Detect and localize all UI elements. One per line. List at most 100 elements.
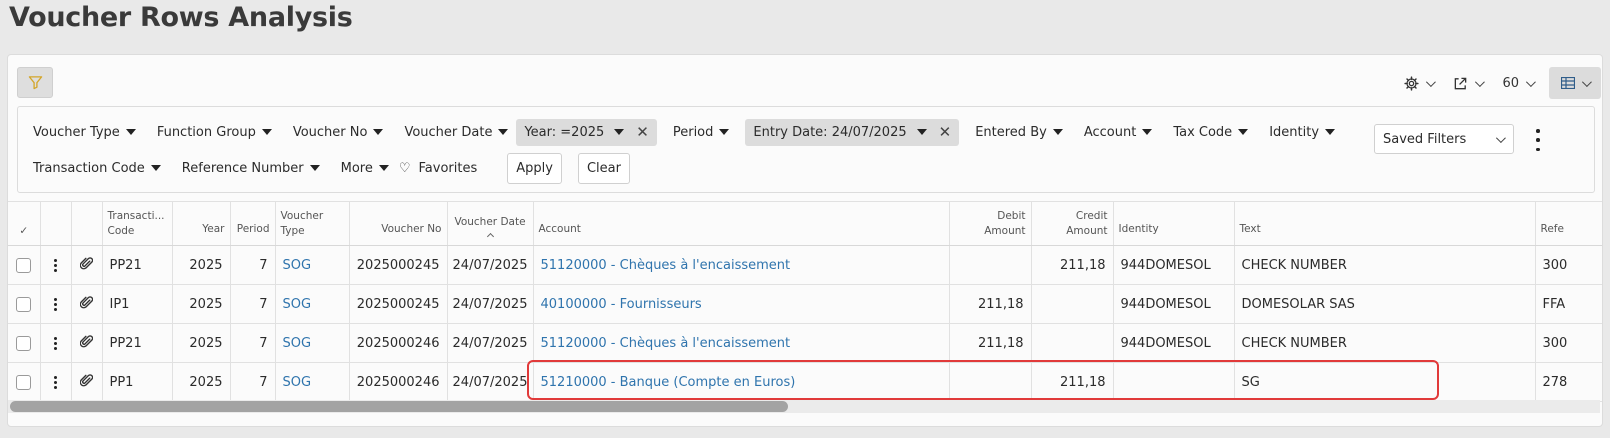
filter-voucher-date[interactable]: Voucher Date — [404, 119, 509, 145]
cell-reference: FFA — [1535, 284, 1602, 324]
filter-chip-entry-date[interactable]: Entry Date: 24/07/2025 ✕ — [745, 118, 960, 146]
cell-account-link[interactable]: 51120000 - Chèques à l'encaissement — [533, 323, 950, 363]
col-voucher-type[interactable]: Voucher Type — [275, 201, 350, 246]
apply-button[interactable]: Apply — [507, 152, 562, 184]
cell-voucher-type-link[interactable]: SOG — [275, 245, 350, 285]
col-identity[interactable]: Identity — [1113, 201, 1235, 246]
cell-period: 7 — [230, 323, 276, 363]
clear-button[interactable]: Clear — [577, 152, 630, 184]
col-period[interactable]: Period — [230, 201, 276, 246]
export-icon — [1455, 77, 1467, 89]
filter-period[interactable]: Period — [673, 119, 730, 145]
cell-voucher-type-link[interactable]: SOG — [275, 284, 350, 324]
row-menu-icon[interactable] — [54, 258, 57, 272]
cell-account-link[interactable]: 51210000 - Banque (Compte en Euros) — [533, 362, 950, 402]
paperclip-icon[interactable] — [79, 373, 94, 388]
row-attachment-cell[interactable] — [71, 284, 103, 324]
cell-voucher-type-link[interactable]: SOG — [275, 323, 350, 363]
row-menu-icon[interactable] — [54, 375, 57, 389]
chevron-down-icon — [1475, 76, 1486, 87]
row-menu-icon[interactable] — [54, 297, 57, 311]
settings-menu-button[interactable] — [1394, 67, 1443, 99]
filter-transaction-code[interactable]: Transaction Code — [33, 155, 161, 181]
filter-entered-by[interactable]: Entered By — [975, 119, 1063, 145]
cell-debit-amount: 211,18 — [949, 284, 1032, 324]
cell-voucher-type-link[interactable]: SOG — [275, 362, 350, 402]
row-checkbox-cell[interactable] — [8, 245, 41, 285]
col-account[interactable]: Account — [533, 201, 950, 246]
caret-down-icon — [1325, 129, 1336, 135]
row-menu-icon[interactable] — [54, 336, 57, 350]
row-checkbox-cell[interactable] — [8, 323, 41, 363]
filter-chip-year[interactable]: Year: =2025 ✕ — [516, 118, 657, 146]
caret-down-icon — [614, 129, 625, 135]
filter-more[interactable]: More — [341, 155, 389, 181]
filter-account[interactable]: Account — [1084, 119, 1153, 145]
row-actions-cell[interactable] — [40, 323, 72, 363]
filter-tax-code[interactable]: Tax Code — [1173, 119, 1249, 145]
select-all-header[interactable]: ✓ — [8, 201, 41, 246]
col-voucher-no[interactable]: Voucher No — [349, 201, 448, 246]
cell-account-link[interactable]: 40100000 - Fournisseurs — [533, 284, 950, 324]
col-transaction-code[interactable]: Transacti... Code — [102, 201, 173, 246]
table-row[interactable]: IP1 2025 7 SOG 2025000245 24/07/2025 401… — [8, 284, 1602, 324]
table-row[interactable]: PP1 2025 7 SOG 2025000246 24/07/2025 512… — [8, 362, 1602, 402]
filter-voucher-no[interactable]: Voucher No — [293, 119, 384, 145]
export-menu-button[interactable] — [1443, 67, 1492, 99]
row-checkbox-cell[interactable] — [8, 362, 41, 402]
paperclip-icon[interactable] — [79, 295, 94, 310]
col-credit-amount[interactable]: Credit Amount — [1031, 201, 1114, 246]
cell-year: 2025 — [172, 245, 231, 285]
table-header-row: ✓ Transacti... Code Year Period Voucher Ty… — [8, 201, 1602, 246]
cell-voucher-date: 24/07/2025 — [447, 245, 534, 285]
col-voucher-date[interactable]: Voucher Date — [447, 201, 534, 246]
cell-text: SG — [1234, 362, 1536, 402]
voucher-rows-table: ✓ Transacti... Code Year Period Voucher Ty… — [8, 201, 1602, 402]
sort-ascending-icon — [486, 232, 494, 240]
col-year[interactable]: Year — [172, 201, 231, 246]
row-actions-cell[interactable] — [40, 245, 72, 285]
filter-more-options-icon[interactable] — [1530, 129, 1546, 151]
cell-debit-amount — [949, 362, 1032, 402]
row-checkbox[interactable] — [16, 374, 32, 390]
favorites-button[interactable]: ♡ Favorites — [399, 155, 477, 181]
row-checkbox[interactable] — [16, 335, 32, 351]
row-checkbox[interactable] — [16, 296, 32, 312]
row-actions-cell[interactable] — [40, 284, 72, 324]
cell-reference: 300 — [1535, 323, 1602, 363]
row-actions-cell[interactable] — [40, 362, 72, 402]
paperclip-icon[interactable] — [79, 334, 94, 349]
row-attachment-cell[interactable] — [71, 323, 103, 363]
cell-account-link[interactable]: 51120000 - Chèques à l'encaissement — [533, 245, 950, 285]
col-debit-amount[interactable]: Debit Amount — [949, 201, 1032, 246]
close-icon[interactable]: ✕ — [636, 124, 649, 140]
filter-function-group[interactable]: Function Group — [157, 119, 272, 145]
table-row[interactable]: PP21 2025 7 SOG 2025000246 24/07/2025 51… — [8, 323, 1602, 363]
gear-icon — [1404, 75, 1420, 91]
cell-year: 2025 — [172, 284, 231, 324]
saved-filters-select[interactable]: Saved Filters — [1374, 124, 1514, 154]
cell-transaction-code: PP21 — [102, 323, 173, 363]
col-reference[interactable]: Refe — [1535, 201, 1602, 246]
page-size-select[interactable]: 60 — [1492, 67, 1543, 99]
cell-transaction-code: IP1 — [102, 284, 173, 324]
paperclip-icon[interactable] — [79, 256, 94, 271]
col-text[interactable]: Text — [1234, 201, 1536, 246]
filter-reference-number[interactable]: Reference Number — [182, 155, 320, 181]
caret-down-icon — [150, 165, 161, 171]
filter-toggle-button[interactable] — [17, 67, 53, 98]
toolbar: 60 — [8, 55, 1602, 105]
horizontal-scrollbar-thumb[interactable] — [10, 401, 788, 412]
close-icon[interactable]: ✕ — [939, 124, 952, 140]
table-row[interactable]: PP21 2025 7 SOG 2025000245 24/07/2025 51… — [8, 245, 1602, 285]
caret-down-icon — [373, 129, 384, 135]
view-mode-button[interactable] — [1549, 67, 1601, 99]
row-checkbox[interactable] — [16, 257, 32, 273]
filter-identity[interactable]: Identity — [1269, 119, 1336, 145]
page-title: Voucher Rows Analysis — [9, 2, 353, 33]
row-attachment-cell[interactable] — [71, 245, 103, 285]
row-checkbox-cell[interactable] — [8, 284, 41, 324]
filter-voucher-type[interactable]: Voucher Type — [33, 119, 136, 145]
row-attachment-cell[interactable] — [71, 362, 103, 402]
cell-transaction-code: PP21 — [102, 245, 173, 285]
